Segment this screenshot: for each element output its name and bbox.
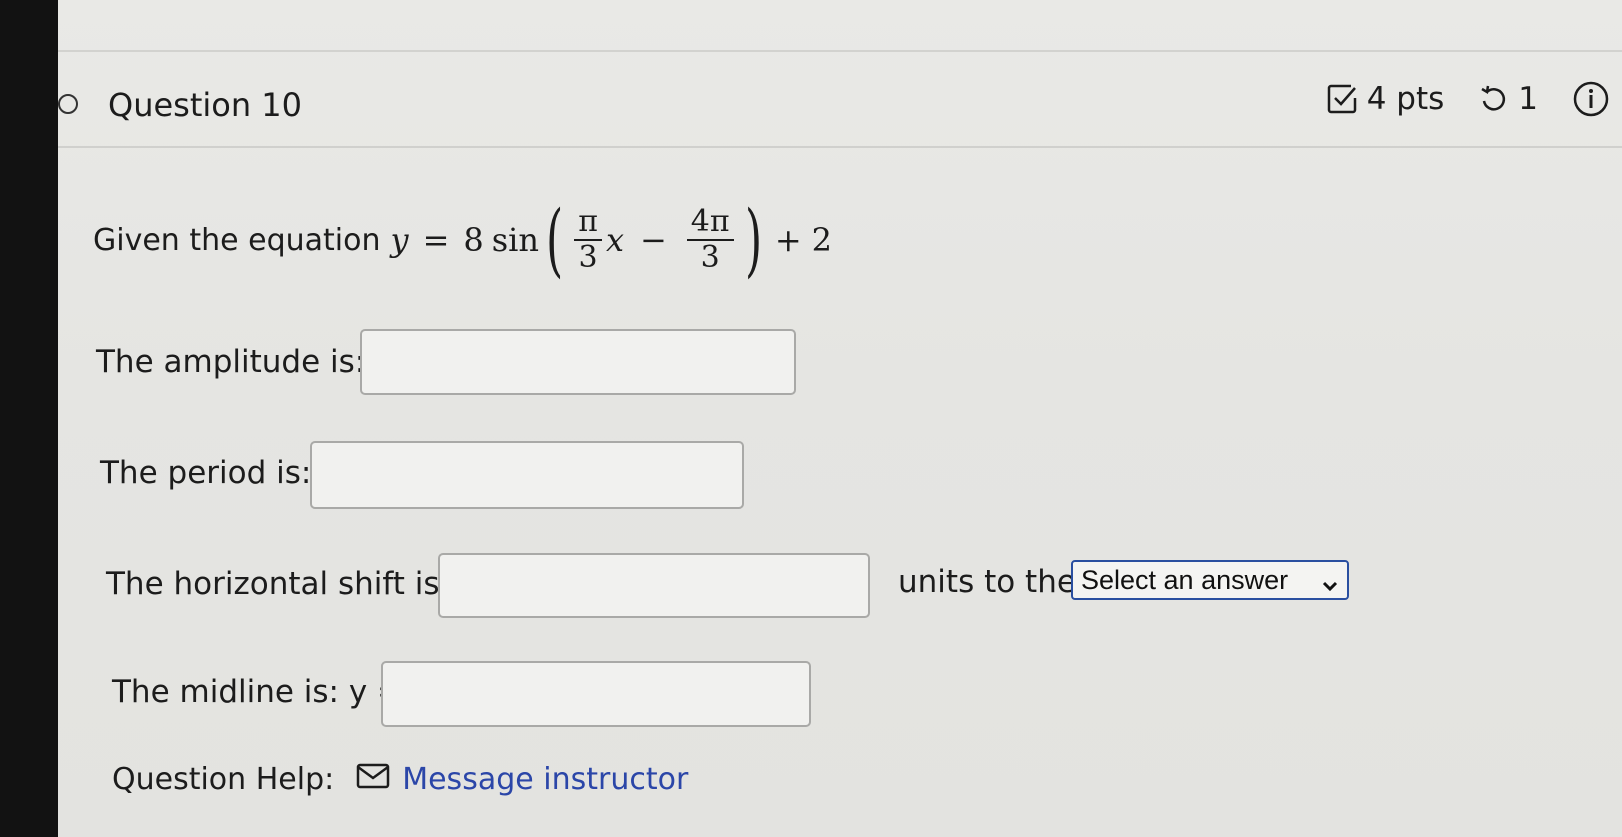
checkbox-icon <box>1325 82 1359 116</box>
direction-select-value: Select an answer <box>1081 564 1289 595</box>
divider-top <box>58 50 1622 52</box>
eq-func: sin <box>491 221 539 259</box>
question-header: Question 10 4 pts 1 <box>58 72 1622 132</box>
help-label: Question Help: <box>112 762 335 797</box>
equation-math: y = 8 sin ( π 3 x − 4π 3 ) + 2 <box>390 200 832 280</box>
eq-frac1-num: π <box>578 204 598 239</box>
eq-var: x <box>605 221 624 259</box>
midline-label: The midline is: y = <box>112 674 404 710</box>
midline-input[interactable] <box>381 661 811 727</box>
eq-y: y <box>390 221 409 259</box>
eq-frac1-den: 3 <box>578 240 598 275</box>
circle-outline-icon <box>58 94 78 114</box>
eq-left-paren: ( <box>546 193 564 286</box>
points-label: 4 pts <box>1366 81 1445 117</box>
direction-select[interactable]: Select an answer <box>1071 560 1349 600</box>
eq-equals: = <box>422 221 450 259</box>
attempts-count: 1 <box>1518 81 1538 117</box>
eq-frac1: π 3 <box>574 205 602 275</box>
question-help: Question Help: Message instructor <box>112 762 688 797</box>
eq-plus: + <box>774 221 802 259</box>
eq-coef: 8 <box>463 221 484 259</box>
question-title: Question 10 <box>108 86 303 124</box>
eq-frac2-den: 3 <box>700 240 720 275</box>
divider-mid <box>58 146 1622 148</box>
eq-const: 2 <box>811 221 832 259</box>
question-meta: 4 pts 1 <box>1325 80 1610 118</box>
equation-prefix: Given the equation <box>93 222 381 258</box>
units-label: units to the <box>898 564 1076 600</box>
horizontal-shift-label: The horizontal shift is: <box>106 566 450 602</box>
amplitude-label: The amplitude is: <box>96 344 366 380</box>
eq-frac2-num: 4π <box>690 204 730 239</box>
eq-minus: − <box>639 221 667 259</box>
question-page: Question 10 4 pts 1 Given the equation y… <box>58 0 1622 837</box>
period-label: The period is: <box>100 455 312 491</box>
chevron-down-icon <box>1321 571 1339 602</box>
message-instructor-link[interactable]: Message instructor <box>402 762 688 797</box>
info-icon[interactable] <box>1572 80 1610 118</box>
period-input[interactable] <box>310 441 744 509</box>
equation-line: Given the equation y = 8 sin ( π 3 x − 4… <box>93 190 832 290</box>
envelope-icon[interactable] <box>356 762 390 797</box>
retry-icon <box>1478 83 1510 115</box>
screen-frame: Question 10 4 pts 1 Given the equation y… <box>0 0 1622 837</box>
horizontal-shift-input[interactable] <box>438 553 870 618</box>
eq-frac2: 4π 3 <box>686 204 734 275</box>
eq-right-paren: ) <box>744 193 762 286</box>
amplitude-input[interactable] <box>360 329 796 395</box>
